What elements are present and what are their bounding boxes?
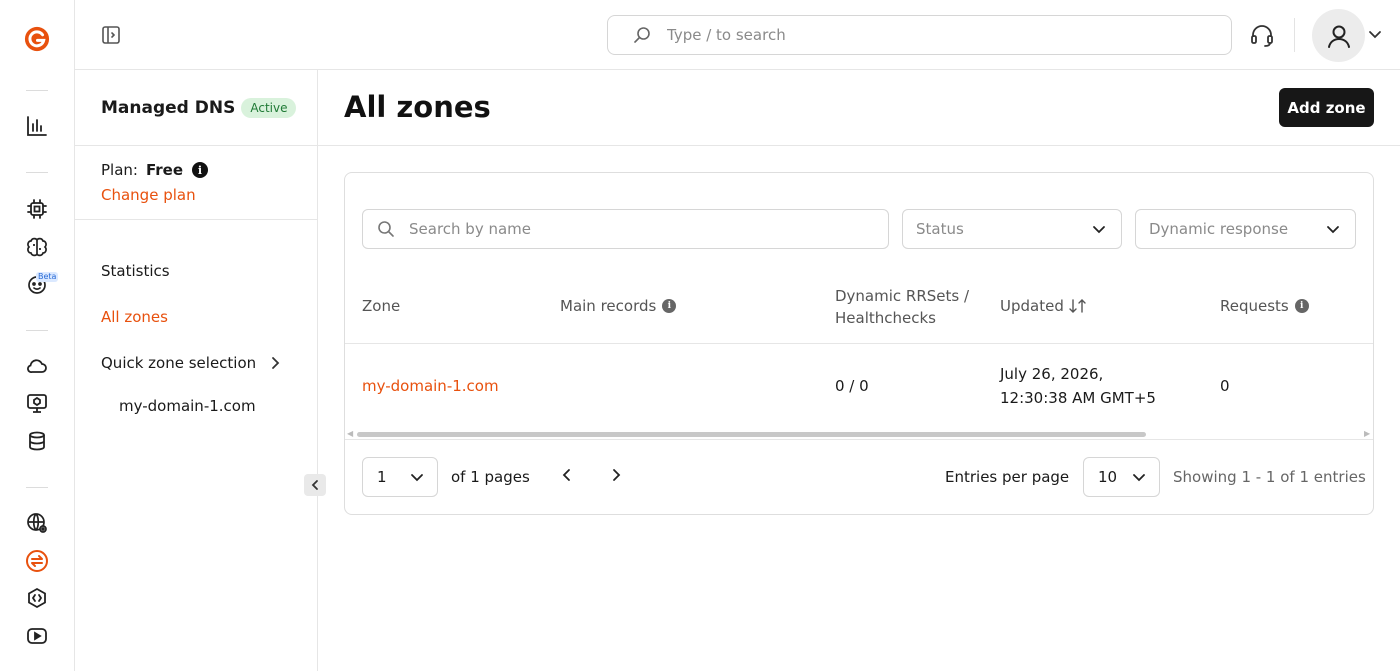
scrollbar-thumb[interactable] [357,432,1146,437]
status-filter-label: Status [916,220,964,238]
icon-rail: Beta [0,0,75,671]
code-icon[interactable] [24,585,50,611]
updated-cell-time: 12:30:38 AM GMT+5 [1000,389,1156,407]
global-search[interactable] [607,15,1232,55]
column-header-zone: Zone [362,297,400,315]
top-bar [75,0,1400,70]
footer-divider [345,439,1373,440]
entries-summary: Showing 1 - 1 of 1 entries [1173,468,1366,486]
column-header-label: Dynamic RRSets / [835,287,970,305]
product-sidebar: Managed DNS Active Plan: Free i Change p… [75,70,326,671]
rail-divider [26,487,48,488]
rail-divider [26,90,48,91]
zone-link[interactable]: my-domain-1.com [362,377,499,395]
column-header-requests: Requests i [1220,297,1309,315]
globe-icon[interactable] [24,510,50,536]
next-page-icon[interactable] [608,467,624,483]
sort-icon[interactable] [1068,298,1088,314]
sidebar-header: Managed DNS Active [75,70,317,146]
sidebar-item-quick-zone-selection[interactable]: Quick zone selection [101,340,301,386]
column-header-dynamic-rrsets: Dynamic RRSets / Healthchecks [835,285,969,329]
dynamic-response-filter[interactable]: Dynamic response [1135,209,1356,249]
chevron-right-icon [268,356,282,370]
dynamic-cell: 0 / 0 [835,377,869,395]
zone-search-input[interactable] [409,220,859,238]
column-header-label: Main records [560,297,657,315]
logo-icon[interactable] [24,26,50,52]
plan-section: Plan: Free i Change plan [75,146,317,220]
zone-search[interactable] [362,209,889,249]
rail-divider [26,172,48,173]
sidebar-item-zone[interactable]: my-domain-1.com [101,386,301,426]
page-title: All zones [344,90,491,124]
rail-divider [26,330,48,331]
chevron-down-icon [409,469,425,485]
sidebar-item-statistics[interactable]: Statistics [101,248,301,294]
collapse-sidebar-button[interactable] [304,474,326,496]
database-icon[interactable] [24,428,50,454]
sidebar-item-all-zones[interactable]: All zones [101,294,301,340]
page-select[interactable]: 1 [362,457,438,497]
change-plan-link[interactable]: Change plan [101,186,317,204]
updated-cell-date: July 26, 2026, [1000,365,1104,383]
entries-per-page-select[interactable]: 10 [1083,457,1160,497]
page-count: of 1 pages [451,468,530,486]
chevron-down-icon [1131,469,1147,485]
page-select-value: 1 [377,468,387,486]
topbar-divider [1294,18,1295,52]
dns-icon[interactable] [24,548,50,574]
header-divider [318,145,1400,146]
status-filter[interactable]: Status [902,209,1122,249]
table-divider [345,343,1373,344]
info-icon[interactable]: i [1294,299,1309,313]
global-search-input[interactable] [667,26,1187,44]
plan-label: Plan: [101,161,138,179]
chevron-down-icon [1325,221,1341,237]
sidebar-nav: Statistics All zones Quick zone selectio… [101,248,301,426]
column-header-label: Requests [1220,297,1289,315]
chevron-down-icon [1091,221,1107,237]
add-zone-button[interactable]: Add zone [1279,88,1374,127]
beta-badge: Beta [36,272,59,282]
zones-card: Status Dynamic response Zone Main record… [344,172,1374,515]
requests-cell: 0 [1220,377,1230,395]
product-title: Managed DNS [101,97,236,118]
sidebar-item-label: Quick zone selection [101,354,257,372]
search-icon [633,26,651,44]
cloud-icon[interactable] [24,353,50,379]
column-header-label: Healthchecks [835,309,936,327]
column-header-label: Zone [362,297,401,315]
entries-per-page-value: 10 [1098,468,1118,486]
scroll-right-icon[interactable]: ▶ [1364,429,1370,438]
panel-toggle-icon[interactable] [101,25,121,45]
scroll-left-icon[interactable]: ◀ [347,429,353,438]
plan-value: Free [145,161,183,179]
entries-per-page-label: Entries per page [945,468,1070,486]
headset-icon[interactable] [1249,23,1275,49]
search-icon [377,220,395,238]
previous-page-icon[interactable] [559,467,575,483]
column-header-main-records: Main records i [560,297,677,315]
status-badge: Active [241,97,297,118]
monitor-icon[interactable] [24,390,50,416]
info-icon[interactable]: i [662,299,677,313]
dynamic-response-filter-label: Dynamic response [1149,220,1289,238]
analytics-icon[interactable] [24,113,50,139]
info-icon[interactable]: i [192,162,208,178]
video-icon[interactable] [24,623,50,649]
chevron-down-icon[interactable] [1367,26,1383,42]
brain-icon[interactable] [24,234,50,260]
chip-icon[interactable] [24,196,50,222]
column-header-label: Updated [1000,297,1064,315]
column-header-updated[interactable]: Updated [1000,297,1088,315]
avatar[interactable] [1312,9,1365,62]
